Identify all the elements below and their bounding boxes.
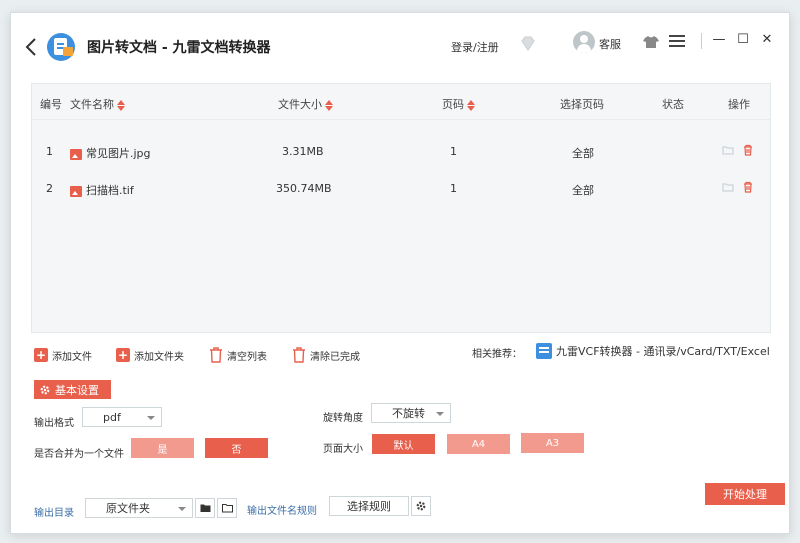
add-file-label: 添加文件	[52, 351, 92, 363]
table-row[interactable]: 1 常见图片.jpg 3.31MB 1 全部	[32, 134, 770, 170]
plus-icon: +	[116, 348, 130, 362]
header-name-label: 文件名称	[70, 98, 114, 111]
row-name-label: 扫描档.tif	[86, 184, 134, 197]
chevron-down-icon	[436, 412, 444, 416]
output-format-value: pdf	[103, 410, 121, 424]
rotate-label: 旋转角度	[323, 413, 363, 424]
filename-rule-label: 输出文件名规则	[247, 506, 317, 517]
rotate-value: 不旋转	[392, 407, 425, 420]
delete-icon[interactable]	[742, 144, 754, 156]
skin-shirt-icon[interactable]	[643, 35, 659, 49]
header-name[interactable]: 文件名称	[70, 96, 125, 112]
header-pages[interactable]: 页码	[442, 96, 475, 112]
basic-settings-label: 基本设置	[55, 383, 99, 397]
clear-list-button[interactable]: 清空列表	[209, 345, 267, 365]
back-button[interactable]	[21, 35, 41, 59]
basic-settings-button[interactable]: 基本设置	[34, 380, 111, 399]
recommend-link-label: 九雷VCF转换器 - 通讯录/vCard/TXT/Excel	[556, 345, 770, 358]
rotate-select[interactable]: 不旋转	[371, 403, 451, 423]
vip-diamond-icon[interactable]	[519, 35, 537, 53]
window-title: 图片转文档 - 九雷文档转换器	[87, 40, 271, 56]
clear-done-button[interactable]: 清除已完成	[292, 345, 360, 365]
row-select-pages[interactable]: 全部	[572, 145, 594, 161]
customer-service-link[interactable]: 客服	[599, 36, 621, 52]
menu-icon[interactable]	[669, 35, 685, 49]
folder-icon	[200, 504, 210, 512]
output-dir-value: 原文件夹	[106, 502, 150, 515]
row-pages: 1	[450, 182, 457, 195]
minimize-button[interactable]: —	[711, 31, 727, 47]
rule-settings-button[interactable]	[411, 496, 431, 516]
row-name-label: 常见图片.jpg	[86, 147, 151, 160]
title-divider	[701, 33, 702, 49]
title-bar: 图片转文档 - 九雷文档转换器 登录/注册 客服 — ☐ ✕	[11, 13, 789, 75]
table-row[interactable]: 2 扫描档.tif 350.74MB 1 全部	[32, 171, 770, 207]
login-register-link[interactable]: 登录/注册	[451, 39, 499, 55]
delete-icon[interactable]	[742, 181, 754, 193]
vcf-app-icon	[536, 343, 552, 359]
page-size-a4-button[interactable]: A4	[447, 434, 510, 454]
header-size[interactable]: 文件大小	[278, 96, 333, 112]
image-file-icon	[70, 148, 82, 160]
output-format-label: 输出格式	[34, 418, 74, 429]
recommend-link[interactable]: 九雷VCF转换器 - 通讯录/vCard/TXT/Excel	[536, 341, 770, 361]
start-processing-button[interactable]: 开始处理	[705, 483, 785, 505]
add-folder-button[interactable]: + 添加文件夹	[116, 345, 184, 365]
select-rule-button[interactable]: 选择规则	[329, 496, 409, 516]
trash-icon	[293, 347, 305, 363]
row-size: 350.74MB	[276, 182, 332, 195]
header-select-pages: 选择页码	[560, 98, 604, 111]
open-folder-icon[interactable]	[722, 181, 734, 193]
merge-label: 是否合并为一个文件	[34, 449, 124, 460]
service-avatar-icon[interactable]	[573, 31, 595, 53]
clear-list-label: 清空列表	[227, 351, 267, 363]
gear-icon	[40, 385, 50, 394]
close-button[interactable]: ✕	[759, 31, 775, 47]
chevron-down-icon	[178, 507, 186, 511]
sort-icon[interactable]	[117, 99, 125, 111]
merge-yes-button[interactable]: 是	[131, 438, 194, 458]
page-size-label: 页面大小	[323, 444, 363, 455]
plus-icon: +	[34, 348, 48, 362]
header-ops: 操作	[728, 98, 750, 111]
recommend-label: 相关推荐：	[472, 349, 522, 360]
app-window: 图片转文档 - 九雷文档转换器 登录/注册 客服 — ☐ ✕ 编号 文件名称 文…	[10, 12, 790, 534]
table-header: 编号 文件名称 文件大小 页码 选择页码 状态 操作	[32, 84, 770, 120]
header-status: 状态	[662, 98, 684, 111]
open-folder-icon[interactable]	[722, 144, 734, 156]
gear-icon	[416, 501, 426, 511]
file-table: 编号 文件名称 文件大小 页码 选择页码 状态 操作 1 常见图片.jpg 3.…	[31, 83, 771, 333]
output-dir-select[interactable]: 原文件夹	[85, 498, 193, 518]
row-pages: 1	[450, 145, 457, 158]
page-size-default-button[interactable]: 默认	[372, 434, 435, 454]
header-num: 编号	[40, 98, 62, 111]
sort-icon[interactable]	[467, 99, 475, 111]
header-size-label: 文件大小	[278, 98, 322, 111]
header-pages-label: 页码	[442, 98, 464, 111]
merge-no-button[interactable]: 否	[205, 438, 268, 458]
folder-open-icon	[221, 504, 233, 513]
page-size-a3-button[interactable]: A3	[521, 433, 584, 453]
chevron-down-icon	[147, 416, 155, 420]
browse-folder-button[interactable]	[217, 498, 237, 518]
output-dir-label: 输出目录	[34, 508, 74, 519]
image-file-icon	[70, 185, 82, 197]
clear-done-label: 清除已完成	[310, 351, 360, 363]
sort-icon[interactable]	[325, 99, 333, 111]
add-folder-label: 添加文件夹	[134, 351, 184, 363]
row-num: 2	[46, 182, 53, 195]
trash-icon	[210, 347, 222, 363]
row-select-pages[interactable]: 全部	[572, 182, 594, 198]
row-name: 常见图片.jpg	[70, 145, 151, 161]
row-name: 扫描档.tif	[70, 182, 134, 198]
add-file-button[interactable]: + 添加文件	[34, 345, 92, 365]
output-format-select[interactable]: pdf	[82, 407, 162, 427]
open-folder-button[interactable]	[195, 498, 215, 518]
maximize-button[interactable]: ☐	[735, 31, 751, 47]
chevron-left-icon	[25, 38, 36, 56]
row-num: 1	[46, 145, 53, 158]
row-size: 3.31MB	[282, 145, 324, 158]
app-logo-icon	[47, 33, 75, 61]
